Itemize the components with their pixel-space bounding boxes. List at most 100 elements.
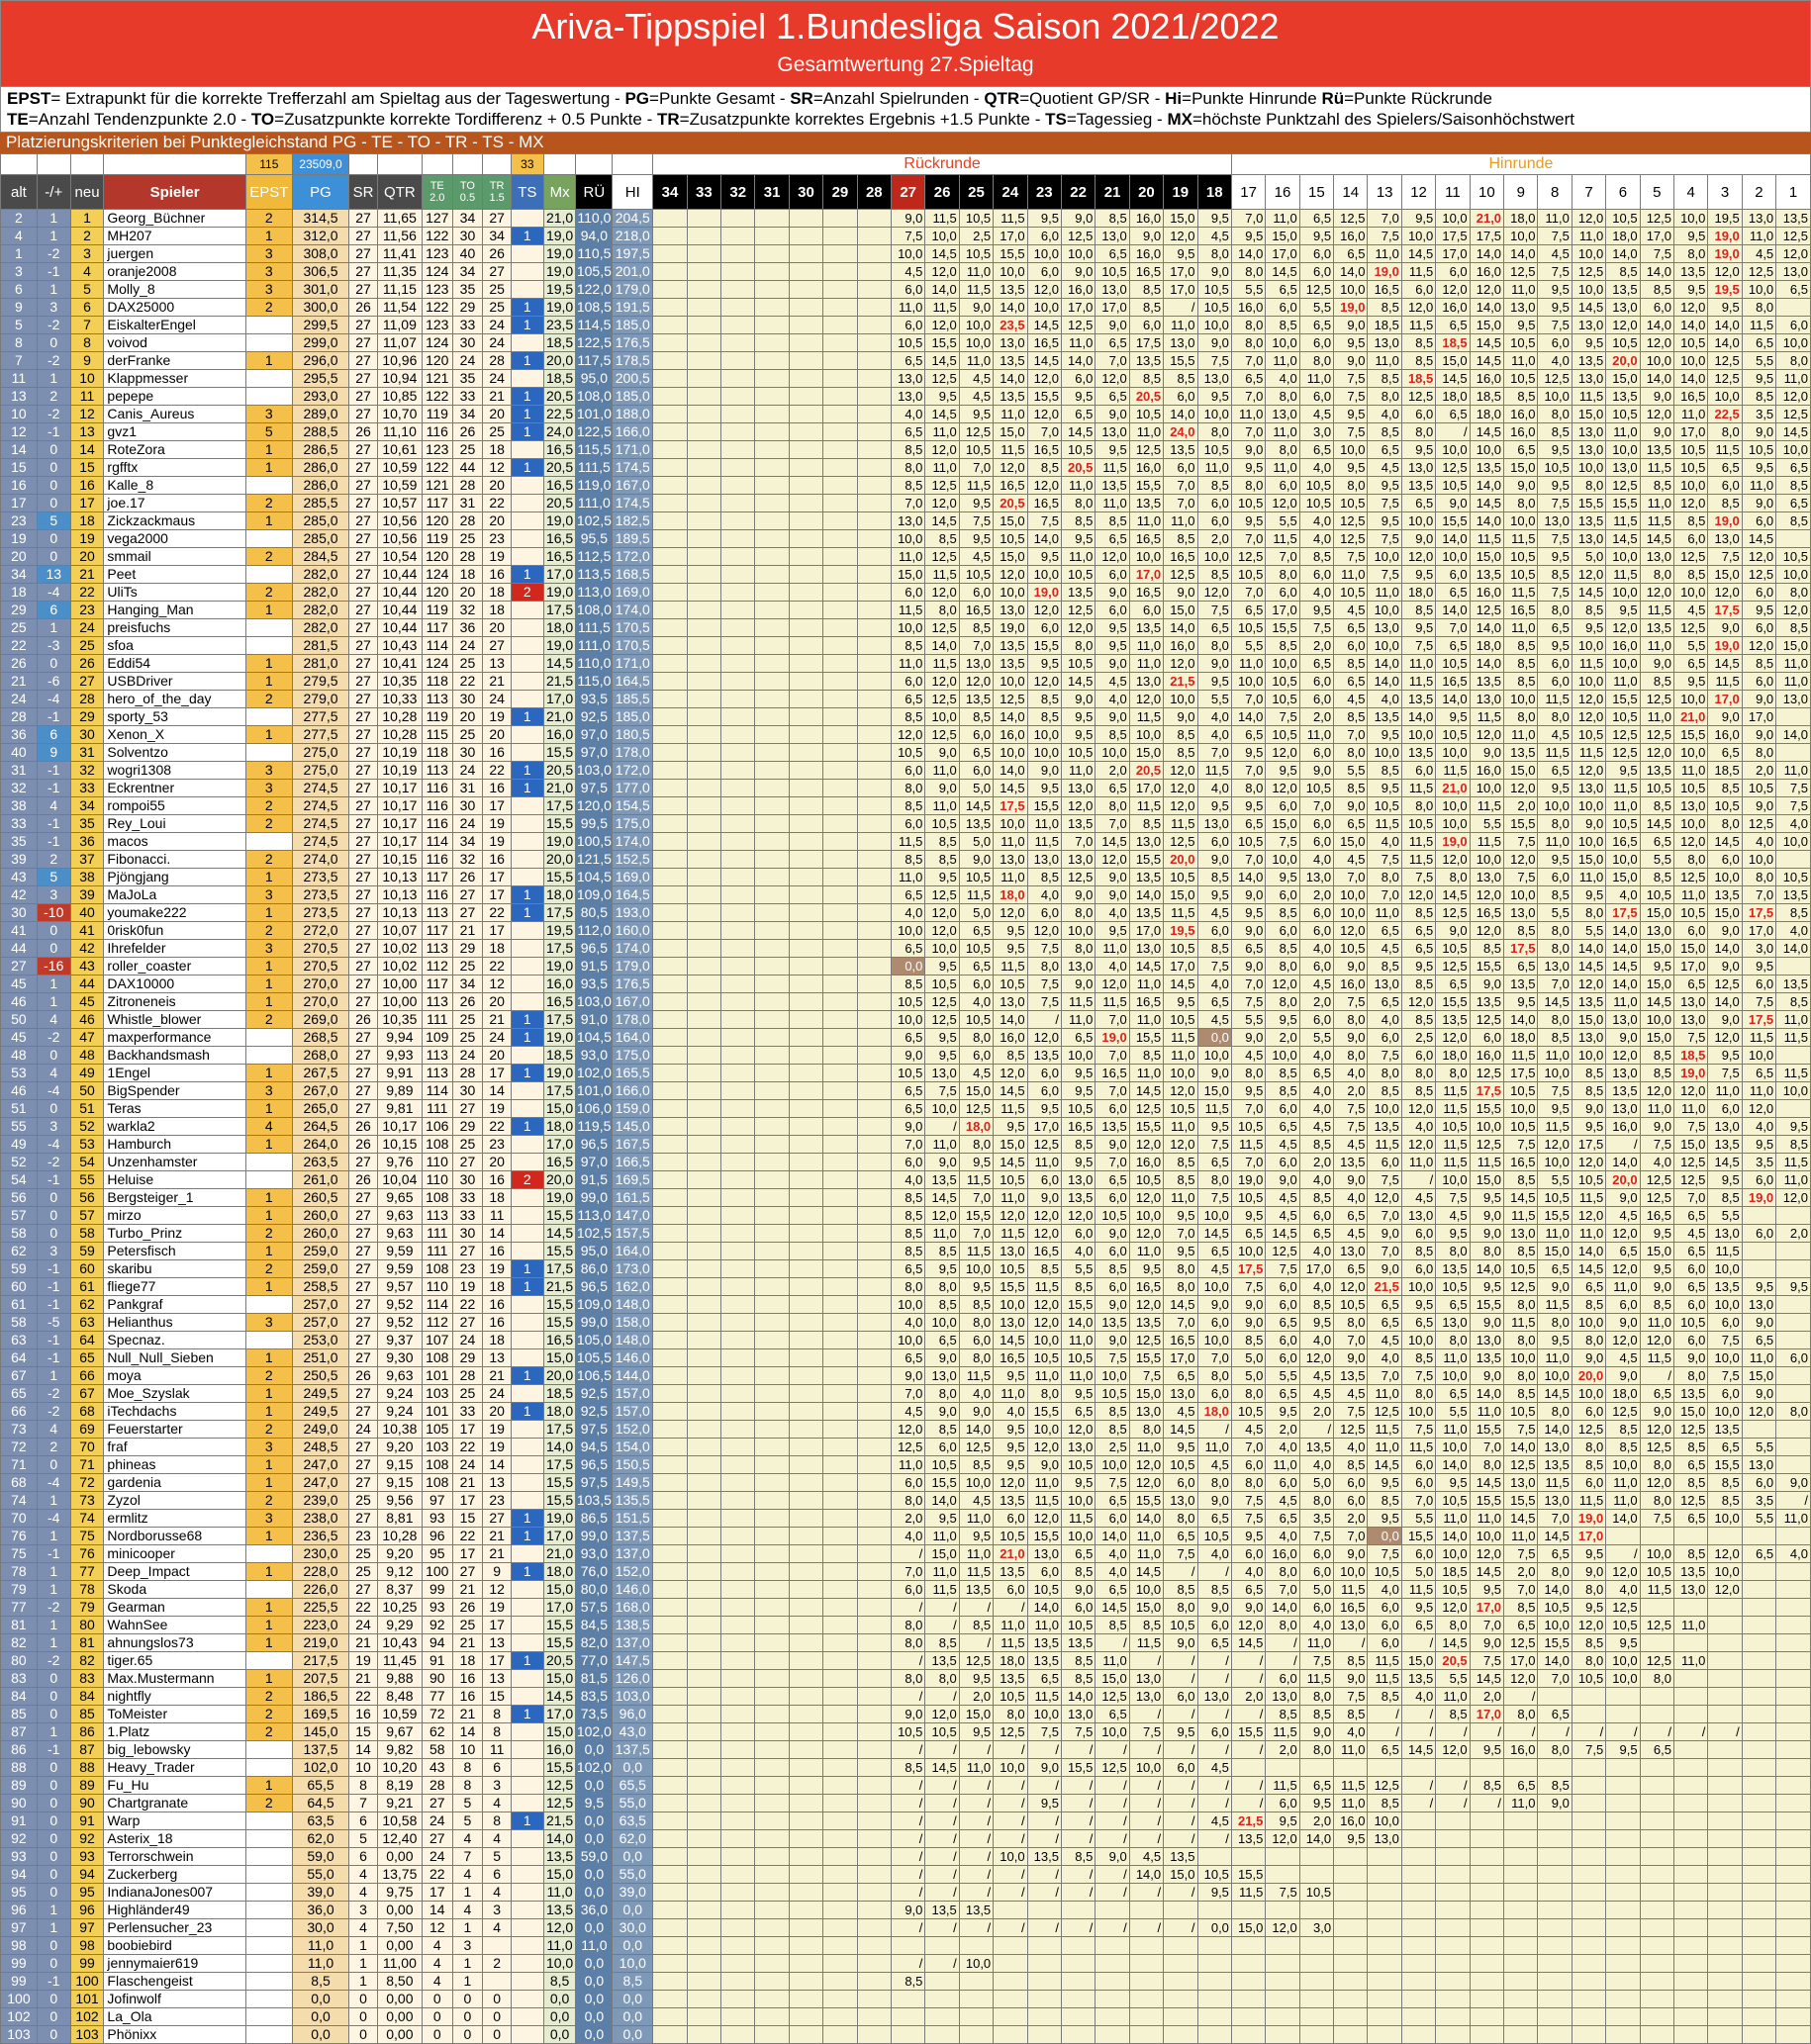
cell-alt: 2 <box>0 209 38 228</box>
cell-day-score: 12,5 <box>890 1438 926 1456</box>
cell-ts <box>510 1865 544 1884</box>
cell-day-score: 15,5 <box>1230 1722 1267 1741</box>
cell-day-score: 18,5 <box>1469 387 1505 406</box>
cell-sr: 4 <box>348 1883 378 1902</box>
cell-day-empty <box>754 975 790 993</box>
cell-day-score <box>1400 1936 1437 1955</box>
cell-day-empty <box>822 1722 858 1741</box>
cell-day-score: 12,0 <box>1400 1099 1437 1118</box>
cell-day-empty <box>652 1117 688 1136</box>
cell-hi: 174,5 <box>612 458 654 477</box>
cell-day-score: 10,5 <box>890 992 926 1011</box>
cell-day-empty <box>856 636 893 655</box>
cell-day-empty <box>822 1473 858 1492</box>
cell-day-score: 13,5 <box>1707 1420 1743 1439</box>
cell-ru: 105,5 <box>575 1348 614 1367</box>
cell-day-score: 4,0 <box>1298 1331 1335 1349</box>
cell-ru: 108,0 <box>575 601 614 619</box>
cell-day-empty <box>856 1758 893 1777</box>
cell-day-score: 16,5 <box>1639 1206 1675 1225</box>
cell-day-empty <box>652 832 688 851</box>
cell-day-score: 17,5 <box>1707 601 1743 619</box>
cell-day-score <box>1367 1918 1402 1937</box>
cell-qtr: 11,54 <box>376 298 423 317</box>
cell-day-score: 16,5 <box>1060 1117 1096 1136</box>
cell-day-score: 4,0 <box>890 405 926 423</box>
cell-day-score: 11,0 <box>890 868 926 886</box>
cell-day-score: 6,0 <box>1367 1153 1402 1171</box>
cell-day-empty <box>754 707 790 726</box>
cell-rank: 42 <box>69 939 105 958</box>
cell-day-score: 8,5 <box>1775 992 1811 1011</box>
cell-to: 7 <box>451 1847 484 1866</box>
cell-day-score: / <box>1775 1491 1811 1510</box>
cell-day-score: 7,5 <box>1230 992 1267 1011</box>
cell-day-score: 13,5 <box>924 1901 960 1919</box>
cell-day-score: 8,0 <box>1060 636 1096 655</box>
cell-qtr: 10,85 <box>376 387 423 406</box>
cell-day-score: / <box>1026 1776 1062 1795</box>
cell-day-empty <box>822 1402 858 1421</box>
cell-pg: 253,0 <box>291 1331 350 1349</box>
cell-day-empty <box>822 1188 858 1207</box>
table-row: 1 -2 3 juergen 3 308,0 27 11,41 123 40 26 19,0 110,5… <box>0 244 1811 263</box>
cell-day-empty <box>822 1616 858 1634</box>
cell-day-score: 6,0 <box>1298 672 1335 691</box>
cell-day-score: 12,0 <box>1400 885 1437 904</box>
cell-day-score: 6,5 <box>1503 1616 1539 1634</box>
cell-day-score: 13,0 <box>890 387 926 406</box>
cell-day-score: 14,5 <box>1265 1224 1300 1243</box>
cell-day-empty <box>652 1295 688 1314</box>
cell-diff: -6 <box>36 672 71 691</box>
cell-to: 1 <box>451 1918 484 1937</box>
cell-rank: 66 <box>69 1366 105 1385</box>
cell-tr: 24 <box>482 333 512 352</box>
cell-player: phineas <box>103 1455 246 1474</box>
cell-day-score: 9,5 <box>1230 511 1267 530</box>
cell-day-score: 15,0 <box>1265 814 1300 833</box>
cell-day-score: 8,5 <box>1672 565 1709 584</box>
cell-day-score: 11,0 <box>1537 1348 1573 1367</box>
cell-day-empty <box>788 850 824 869</box>
cell-rank: 30 <box>69 725 105 744</box>
cell-day-empty <box>754 405 790 423</box>
cell-day-score: 12,0 <box>1435 280 1471 299</box>
cell-alt: 94 <box>0 1865 38 1884</box>
cell-day-score: 8,0 <box>1503 707 1539 726</box>
cell-day-empty <box>652 209 688 228</box>
cell-day-score: 11,0 <box>1639 1099 1675 1118</box>
cell-day-score: 8,5 <box>1095 1402 1130 1421</box>
cell-day-score <box>1435 1829 1471 1848</box>
col-header-spieler: Spieler <box>103 174 246 210</box>
cell-day-score: 11,5 <box>1400 262 1437 281</box>
cell-day-score: 8,5 <box>1367 957 1402 976</box>
cell-to: 32 <box>451 850 484 869</box>
cell-day-score: 14,0 <box>1435 1455 1471 1474</box>
cell-day-score: 7,0 <box>1333 1527 1369 1545</box>
cell-day-empty <box>788 975 824 993</box>
cell-day-score: 8,5 <box>1163 369 1198 388</box>
cell-day-empty <box>754 1936 790 1955</box>
cell-day-score: 16,5 <box>1026 494 1062 512</box>
cell-day-score: 10,5 <box>1333 1295 1369 1314</box>
cell-day-score <box>1707 1616 1743 1634</box>
cell-day-empty <box>652 1099 688 1118</box>
cell-day-score: 7,5 <box>1639 244 1675 263</box>
cell-hi: 145,0 <box>612 1117 654 1136</box>
cell-day-score: 6,0 <box>1400 405 1437 423</box>
cell-rank: 73 <box>69 1491 105 1510</box>
cell-tr: 6 <box>482 1758 512 1777</box>
cell-day-score: 9,0 <box>1095 316 1130 334</box>
cell-diff: 0 <box>36 921 71 940</box>
cell-day-score: 11,0 <box>1605 1277 1641 1296</box>
cell-mx: 14,0 <box>542 1438 577 1456</box>
cell-ru: 122,5 <box>575 333 614 352</box>
cell-player: warkla2 <box>103 1117 246 1136</box>
cell-hi: 0,0 <box>612 1901 654 1919</box>
cell-day-score: 7,5 <box>1298 1527 1335 1545</box>
cell-day-score <box>1400 1901 1437 1919</box>
cell-day-score: 9,5 <box>993 1438 1028 1456</box>
table-row: 63 -1 64 Specnaz. 253,0 27 9,37 107 24 18 16,5 105,… <box>0 1331 1811 1349</box>
cell-epst: 1 <box>244 1384 293 1403</box>
table-row: 62 3 59 Petersfisch 1 259,0 27 9,59 111 27 16 15,5 9… <box>0 1242 1811 1260</box>
